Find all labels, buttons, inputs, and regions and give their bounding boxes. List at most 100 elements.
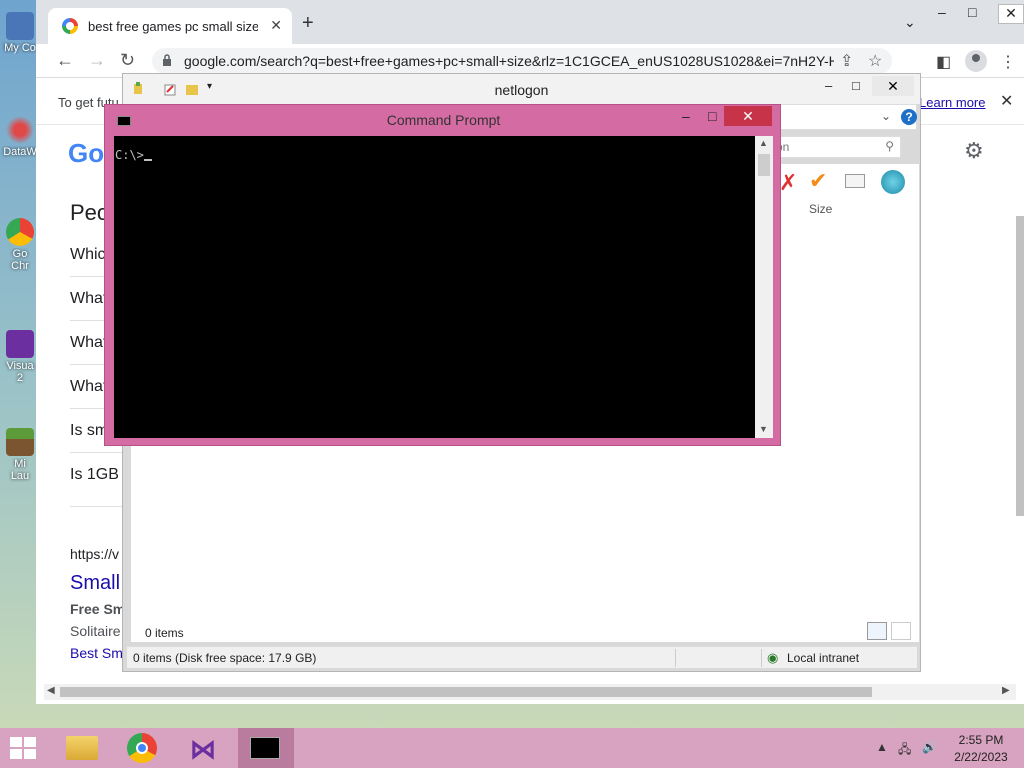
show-hidden-icons-chevron-icon[interactable]: ▲ [876, 740, 888, 754]
clock-time[interactable]: 2:55 PM [946, 733, 1016, 747]
details-view-icon[interactable] [867, 622, 887, 640]
status-zone: Local intranet [787, 651, 860, 665]
clock-date[interactable]: 2/22/2023 [946, 750, 1016, 764]
status-disk-space: 0 items (Disk free space: 17.9 GB) [133, 651, 317, 665]
search-icon: ⚲ [885, 139, 894, 153]
result-sitelink[interactable]: Best Sm [70, 645, 123, 661]
chrome-icon [6, 218, 34, 246]
new-tab-button[interactable]: + [302, 12, 314, 35]
divider [70, 452, 130, 453]
scroll-thumb[interactable] [1016, 216, 1024, 516]
explorer-titlebar[interactable]: ▾ netlogon – □ ✕ [123, 74, 920, 104]
question-item[interactable]: What [70, 290, 107, 308]
google-logo[interactable]: Go [68, 138, 104, 169]
question-item[interactable]: Is sm [70, 422, 108, 440]
result-url[interactable]: https://v [70, 546, 119, 562]
console-output[interactable]: C:\> [114, 136, 755, 438]
desktop-icon-datawarehouse[interactable]: DataW [0, 116, 40, 158]
desktop-icon-label: Mi Lau [10, 458, 30, 482]
scroll-down-icon[interactable]: ▼ [759, 424, 768, 434]
desktop-icon-my-computer[interactable]: My Co [0, 12, 40, 54]
minecraft-icon [6, 428, 34, 456]
column-header-size[interactable]: Size [809, 202, 832, 216]
desktop-icon-label: Go Chr [11, 248, 29, 272]
visual-studio-icon [6, 330, 34, 358]
visual-studio-icon: ⋈ [190, 734, 216, 764]
taskbar-visual-studio[interactable]: ⋈ [176, 728, 232, 768]
network-icon[interactable]: 🖧 [898, 740, 911, 761]
learn-more-link[interactable]: Learn more [919, 95, 985, 110]
bookmark-star-icon[interactable]: ☆ [868, 51, 882, 71]
maximize-button[interactable]: □ [708, 108, 716, 124]
forward-arrow-icon[interactable]: → [88, 50, 106, 71]
desktop-icon-label: Visua 2 [6, 360, 34, 384]
folder-icon [66, 736, 98, 760]
computer-icon [6, 12, 34, 40]
maximize-button[interactable]: □ [968, 4, 976, 20]
tab-title: best free games pc small size - G [88, 19, 258, 34]
intranet-globe-icon: ◉ [767, 650, 779, 665]
question-item[interactable]: What [70, 378, 107, 396]
divider [761, 649, 762, 667]
rename-icon[interactable] [845, 174, 865, 188]
minimize-button[interactable]: – [682, 108, 690, 124]
large-icons-view-icon[interactable] [891, 622, 911, 640]
banner-close-icon[interactable]: ✕ [1000, 91, 1013, 111]
desktop-icon-label: DataW [3, 146, 37, 158]
delete-x-icon[interactable]: ✗ [779, 170, 797, 196]
question-item[interactable]: Whic [70, 246, 106, 264]
desktop-icon-minecraft-launcher[interactable]: Mi Lau [0, 428, 40, 482]
taskbar-chrome[interactable] [114, 728, 170, 768]
console-prompt: C:\> [115, 148, 152, 162]
help-icon[interactable]: ? [901, 109, 917, 125]
search-input[interactable]: on ⚲ [771, 136, 901, 158]
divider [70, 506, 130, 507]
vertical-scrollbar[interactable]: ▲ ▼ [755, 136, 773, 438]
desktop-icon-visual-studio[interactable]: Visua 2 [0, 330, 40, 384]
side-panel-icon[interactable]: ◧ [936, 52, 951, 72]
google-favicon-icon [62, 18, 78, 34]
close-button[interactable]: ✕ [872, 76, 914, 96]
volume-icon[interactable]: 🔊 [922, 740, 937, 754]
network-globe-icon[interactable] [881, 170, 905, 194]
vertical-scrollbar[interactable] [1016, 200, 1024, 680]
menu-kebab-icon[interactable]: ⋮ [1000, 52, 1016, 72]
scroll-right-icon[interactable]: ▶ [1002, 685, 1010, 696]
taskbar: ⋈ ▲ 🖧 🔊 2:55 PM 2/22/2023 [0, 728, 1024, 768]
tab-search-chevron-icon[interactable]: ⌄ [904, 14, 916, 31]
start-windows-icon[interactable] [10, 737, 38, 761]
profile-avatar[interactable] [965, 50, 987, 72]
settings-gear-icon[interactable]: ⚙ [964, 138, 984, 164]
question-item[interactable]: What [70, 334, 107, 352]
url-text: google.com/search?q=best+free+games+pc+s… [184, 53, 834, 69]
lock-icon [163, 54, 171, 66]
horizontal-scrollbar[interactable]: ◀ ▶ [44, 684, 1016, 700]
tab-strip: best free games pc small size - G ✕ + ⌄ … [36, 0, 1024, 44]
browser-tab[interactable]: best free games pc small size - G ✕ [48, 8, 292, 44]
scroll-thumb[interactable] [60, 687, 872, 697]
command-prompt-window: Command Prompt – □ ✕ C:\> ▲ ▼ [104, 104, 781, 446]
text-cursor [143, 159, 152, 161]
desktop-icon-google-chrome[interactable]: Go Chr [0, 218, 40, 272]
back-arrow-icon[interactable]: ← [56, 50, 74, 71]
scroll-left-icon[interactable]: ◀ [47, 685, 55, 696]
checkmark-icon[interactable]: ✔ [809, 168, 827, 194]
scroll-up-icon[interactable]: ▲ [759, 138, 768, 148]
maximize-button[interactable]: □ [852, 78, 860, 93]
taskbar-file-explorer[interactable] [54, 728, 110, 768]
taskbar-command-prompt[interactable] [238, 728, 294, 768]
atom-icon [6, 116, 34, 144]
reload-icon[interactable]: ↻ [120, 50, 135, 71]
result-title-link[interactable]: Small [70, 572, 120, 595]
close-button[interactable]: ✕ [724, 106, 772, 126]
share-icon[interactable]: ⇪ [840, 51, 853, 71]
minimize-button[interactable]: – [938, 4, 946, 20]
scroll-thumb[interactable] [758, 154, 770, 176]
minimize-button[interactable]: – [825, 78, 832, 93]
address-bar[interactable]: google.com/search?q=best+free+games+pc+s… [152, 48, 892, 74]
tab-close-icon[interactable]: ✕ [270, 17, 282, 34]
close-button[interactable]: ✕ [998, 4, 1024, 24]
result-snippet: Solitaire [70, 623, 121, 639]
ribbon-expand-icon[interactable]: ⌄ [881, 109, 891, 123]
question-item[interactable]: Is 1GB [70, 466, 119, 484]
